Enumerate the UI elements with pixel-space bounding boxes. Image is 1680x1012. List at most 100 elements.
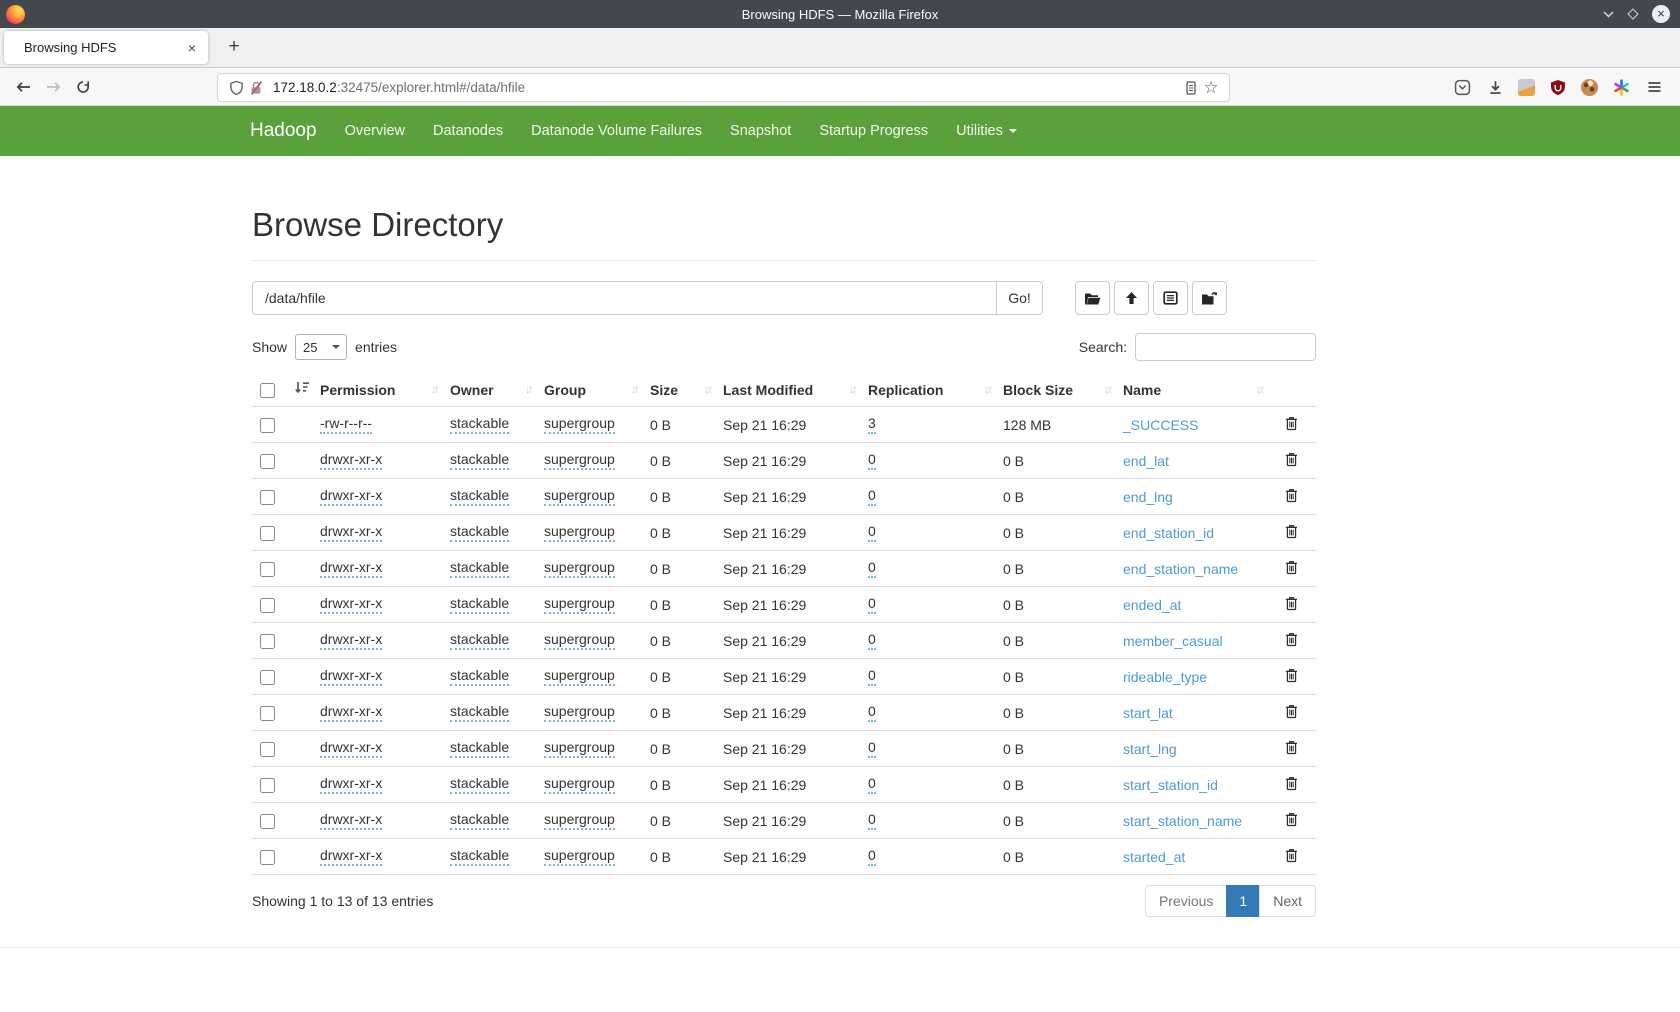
hadoop-brand[interactable]: Hadoop [250, 120, 317, 142]
replication-value[interactable]: 0 [868, 631, 876, 650]
ublock-extension-icon[interactable] [1548, 77, 1568, 97]
menu-icon[interactable] [1644, 77, 1664, 97]
file-name-link[interactable]: end_lat [1123, 453, 1169, 469]
group-value[interactable]: supergroup [544, 523, 615, 542]
close-icon[interactable] [1652, 5, 1670, 23]
owner-value[interactable]: stackable [450, 775, 509, 794]
permission-value[interactable]: drwxr-xr-x [320, 631, 382, 650]
reader-mode-icon[interactable] [1181, 78, 1201, 98]
directory-path-input[interactable] [252, 281, 997, 315]
mask-extension-icon[interactable] [1518, 79, 1535, 96]
file-name-link[interactable]: member_casual [1123, 633, 1223, 649]
replication-value[interactable]: 0 [868, 847, 876, 866]
back-button[interactable] [8, 73, 38, 101]
row-checkbox[interactable] [260, 742, 275, 757]
permission-value[interactable]: drwxr-xr-x [320, 487, 382, 506]
cookie-extension-icon[interactable] [1581, 79, 1598, 96]
shield-icon[interactable] [226, 78, 246, 98]
file-name-link[interactable]: rideable_type [1123, 669, 1207, 685]
file-name-link[interactable]: ended_at [1123, 597, 1181, 613]
header-group[interactable]: Group [536, 373, 642, 407]
header-owner[interactable]: Owner [442, 373, 536, 407]
nav-item-datanode-volume-failures[interactable]: Datanode Volume Failures [517, 106, 716, 156]
group-value[interactable]: supergroup [544, 487, 615, 506]
reload-button[interactable] [68, 73, 98, 101]
page-size-select[interactable]: 25 [295, 334, 347, 360]
row-checkbox[interactable] [260, 562, 275, 577]
file-name-link[interactable]: _SUCCESS [1123, 417, 1198, 433]
permission-value[interactable]: drwxr-xr-x [320, 847, 382, 866]
owner-value[interactable]: stackable [450, 739, 509, 758]
group-value[interactable]: supergroup [544, 667, 615, 686]
permission-value[interactable]: drwxr-xr-x [320, 703, 382, 722]
nav-item-snapshot[interactable]: Snapshot [716, 106, 805, 156]
row-checkbox[interactable] [260, 598, 275, 613]
sort-column-header[interactable] [286, 373, 312, 407]
header-last-modified[interactable]: Last Modified [715, 373, 860, 407]
replication-value[interactable]: 0 [868, 451, 876, 470]
delete-button[interactable] [1267, 407, 1316, 443]
owner-value[interactable]: stackable [450, 415, 509, 434]
create-directory-button[interactable] [1075, 281, 1110, 315]
file-name-link[interactable]: end_lng [1123, 489, 1173, 505]
permission-value[interactable]: drwxr-xr-x [320, 667, 382, 686]
replication-value[interactable]: 0 [868, 559, 876, 578]
maximize-icon[interactable] [1627, 8, 1638, 19]
forward-button[interactable] [38, 73, 68, 101]
file-name-link[interactable]: start_station_name [1123, 813, 1242, 829]
replication-value[interactable]: 0 [868, 595, 876, 614]
file-name-link[interactable]: start_lat [1123, 705, 1173, 721]
permission-value[interactable]: drwxr-xr-x [320, 595, 382, 614]
page-1-button[interactable]: 1 [1226, 885, 1260, 917]
owner-value[interactable]: stackable [450, 847, 509, 866]
delete-button[interactable] [1267, 731, 1316, 767]
row-checkbox[interactable] [260, 850, 275, 865]
file-name-link[interactable]: end_station_id [1123, 525, 1214, 541]
tab-close-icon[interactable] [186, 40, 198, 56]
group-value[interactable]: supergroup [544, 559, 615, 578]
delete-button[interactable] [1267, 587, 1316, 623]
previous-page-button[interactable]: Previous [1145, 885, 1227, 917]
permission-value[interactable]: drwxr-xr-x [320, 523, 382, 542]
delete-button[interactable] [1267, 803, 1316, 839]
owner-value[interactable]: stackable [450, 487, 509, 506]
row-checkbox[interactable] [260, 814, 275, 829]
header-name[interactable]: Name [1115, 373, 1267, 407]
delete-button[interactable] [1267, 551, 1316, 587]
header-replication[interactable]: Replication [860, 373, 995, 407]
permission-value[interactable]: -rw-r--r-- [320, 415, 372, 434]
owner-value[interactable]: stackable [450, 811, 509, 830]
new-tab-button[interactable] [220, 34, 248, 62]
row-checkbox[interactable] [260, 670, 275, 685]
url-bar[interactable]: 172.18.0.2:32475/explorer.html#/data/hfi… [217, 73, 1230, 102]
download-icon[interactable] [1485, 77, 1505, 97]
group-value[interactable]: supergroup [544, 451, 615, 470]
group-value[interactable]: supergroup [544, 847, 615, 866]
replication-value[interactable]: 0 [868, 667, 876, 686]
owner-value[interactable]: stackable [450, 523, 509, 542]
owner-value[interactable]: stackable [450, 703, 509, 722]
asterisk-extension-icon[interactable] [1611, 77, 1631, 97]
group-value[interactable]: supergroup [544, 703, 615, 722]
bookmark-star-icon[interactable] [1201, 78, 1221, 98]
minimize-icon[interactable] [1603, 11, 1614, 18]
delete-button[interactable] [1267, 839, 1316, 875]
row-checkbox[interactable] [260, 706, 275, 721]
permission-value[interactable]: drwxr-xr-x [320, 451, 382, 470]
file-name-link[interactable]: started_at [1123, 849, 1185, 865]
group-value[interactable]: supergroup [544, 595, 615, 614]
replication-value[interactable]: 0 [868, 739, 876, 758]
delete-button[interactable] [1267, 659, 1316, 695]
row-checkbox[interactable] [260, 634, 275, 649]
clipboard-list-button[interactable] [1153, 281, 1188, 315]
file-name-link[interactable]: start_lng [1123, 741, 1177, 757]
nav-item-datanodes[interactable]: Datanodes [419, 106, 517, 156]
delete-button[interactable] [1267, 767, 1316, 803]
replication-value[interactable]: 0 [868, 523, 876, 542]
delete-button[interactable] [1267, 515, 1316, 551]
row-checkbox[interactable] [260, 490, 275, 505]
row-checkbox[interactable] [260, 454, 275, 469]
go-button[interactable]: Go! [997, 281, 1043, 315]
replication-value[interactable]: 0 [868, 703, 876, 722]
delete-button[interactable] [1267, 695, 1316, 731]
